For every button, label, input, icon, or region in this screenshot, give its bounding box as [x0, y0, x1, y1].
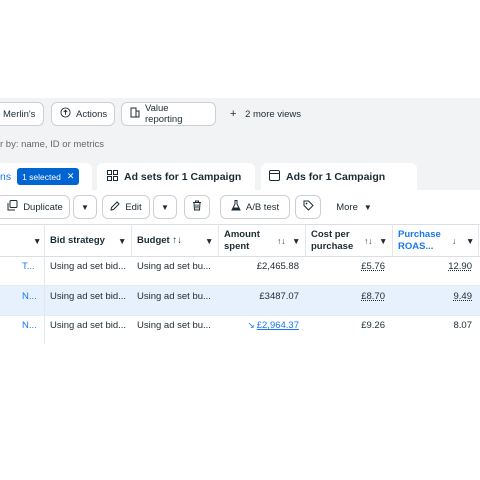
cost-per-purchase-header-line2: purchase [311, 241, 354, 252]
column-header-bid-strategy[interactable]: Bid strategy [50, 235, 105, 247]
filter-placeholder: r by: name, ID or metrics [0, 139, 104, 150]
tab-ads[interactable]: Ads for 1 Campaign [261, 163, 417, 190]
budget-menu-icon[interactable]: ▼ [205, 236, 213, 246]
duplicate-label: Duplicate [23, 201, 63, 213]
bid-strategy-header-label: Bid strategy [50, 235, 105, 246]
amount-spent-cell: £2,465.88 [256, 261, 299, 272]
row-divider [0, 315, 480, 316]
cost-per-purchase-header-line1: Cost per [311, 229, 350, 240]
budget-cell: Using ad set bu... [137, 261, 211, 272]
tab-ad-sets-label: Ad sets for 1 Campaign [124, 170, 242, 183]
caret-down-icon: ▼ [161, 202, 169, 212]
budget-cell: Using ad set bu... [137, 291, 211, 302]
cost-per-purchase-menu-icon[interactable]: ▼ [379, 236, 387, 246]
more-views-button[interactable]: + 2 more views [230, 108, 301, 120]
caret-down-icon: ▼ [363, 202, 372, 212]
caret-down-icon: ▼ [81, 202, 89, 212]
edit-button[interactable]: Edit [102, 195, 150, 219]
bid-strategy-menu-icon[interactable]: ▼ [118, 236, 126, 246]
tag-button[interactable] [295, 195, 321, 219]
selected-badge-label: 1 selected [22, 171, 61, 182]
value-reporting-button[interactable]: Value reporting [121, 102, 216, 126]
merlin-view-label: Merlin's [3, 108, 36, 120]
purchase-roas-menu-icon[interactable]: ▼ [466, 236, 474, 246]
edit-dropdown-button[interactable]: ▼ [153, 195, 177, 219]
bid-strategy-cell: Using ad set bid... [50, 320, 127, 331]
duplicate-icon [7, 200, 18, 214]
column-divider [478, 224, 479, 256]
cost-per-purchase-cell[interactable]: £5.76 [361, 261, 385, 272]
building-icon [130, 107, 140, 121]
tab-campaigns[interactable]: ns 1 selected ✕ [0, 163, 92, 190]
campaign-name-cell[interactable]: N... [22, 291, 37, 302]
amount-spent-value[interactable]: £2,964.37 [257, 320, 299, 331]
bid-strategy-cell: Using ad set bid... [50, 261, 127, 272]
tab-ad-sets[interactable]: Ad sets for 1 Campaign [97, 163, 255, 190]
purchase-roas-header-line2: ROAS... [398, 241, 434, 252]
actions-label: Actions [76, 108, 108, 120]
column-header-amount-spent[interactable]: Amount spent [224, 229, 260, 253]
column-divider [131, 224, 132, 256]
tag-icon [303, 200, 314, 214]
column-header-budget[interactable]: Budget ↑↓ [137, 235, 182, 247]
amount-spent-cell[interactable]: ↘ £2,964.37 [247, 320, 299, 331]
more-label: More [336, 201, 358, 213]
edit-label: Edit [125, 201, 142, 213]
column-divider [218, 224, 219, 256]
ab-test-button[interactable]: A/B test [220, 195, 290, 219]
actions-icon [60, 107, 71, 121]
clear-selection-icon[interactable]: ✕ [67, 171, 75, 182]
pencil-icon [110, 200, 121, 214]
more-views-label: 2 more views [245, 109, 302, 120]
table-top-border [0, 224, 480, 225]
ab-test-label: A/B test [245, 201, 280, 213]
campaign-name-cell[interactable]: N... [22, 320, 37, 331]
cost-per-purchase-cell: £9.26 [361, 320, 385, 331]
duplicate-button[interactable]: Duplicate [0, 195, 70, 219]
selected-badge[interactable]: 1 selected ✕ [17, 168, 80, 185]
ad-window-icon [269, 169, 280, 184]
amount-spent-cell: £3487.07 [259, 291, 299, 302]
budget-header-label: Budget [137, 235, 170, 246]
merlin-view-chip[interactable]: Merlin's [0, 102, 44, 126]
name-column-sort-icon[interactable]: ▼ [33, 236, 41, 246]
sort-arrows-icon[interactable]: ↑↓ [364, 236, 373, 246]
filter-search-input[interactable]: r by: name, ID or metrics [0, 139, 104, 150]
actions-button[interactable]: Actions [51, 102, 115, 126]
tab-campaigns-label: ns [0, 170, 12, 183]
sort-arrows-icon[interactable]: ↑↓ [277, 236, 286, 246]
trend-down-icon: ↘ [247, 320, 255, 330]
purchase-roas-cell[interactable]: 9.49 [454, 291, 473, 302]
bid-strategy-cell: Using ad set bid... [50, 291, 127, 302]
header-bottom-border [0, 256, 480, 257]
purchase-roas-header-line1: Purchase [398, 229, 441, 240]
column-header-cost-per-purchase[interactable]: Cost per purchase [311, 229, 353, 253]
campaign-name-cell[interactable]: T... [22, 261, 35, 272]
tab-ads-label: Ads for 1 Campaign [286, 170, 386, 183]
sort-descending-icon[interactable]: ↓ [452, 236, 456, 246]
more-menu-button[interactable]: More ▼ [327, 195, 381, 219]
value-reporting-label: Value reporting [145, 103, 183, 125]
column-divider [392, 224, 393, 256]
column-header-purchase-roas[interactable]: Purchase ROAS... [398, 229, 441, 253]
plus-icon: + [230, 108, 237, 120]
amount-spent-header-line2: spent [224, 241, 250, 252]
flask-icon [231, 200, 241, 214]
column-divider [305, 224, 306, 256]
row-divider [0, 285, 480, 286]
amount-spent-menu-icon[interactable]: ▼ [292, 236, 300, 246]
budget-cell: Using ad set bu... [137, 320, 211, 331]
grid-icon [107, 169, 118, 184]
purchase-roas-cell: 8.07 [453, 320, 473, 331]
column-divider [44, 224, 45, 344]
sort-arrows-icon: ↑↓ [172, 235, 182, 246]
delete-button[interactable] [184, 195, 210, 219]
amount-spent-header-line1: Amount [224, 229, 260, 240]
cost-per-purchase-cell[interactable]: £8.70 [361, 291, 385, 302]
duplicate-dropdown-button[interactable]: ▼ [73, 195, 97, 219]
trash-icon [192, 200, 202, 214]
purchase-roas-cell[interactable]: 12.90 [448, 261, 472, 272]
